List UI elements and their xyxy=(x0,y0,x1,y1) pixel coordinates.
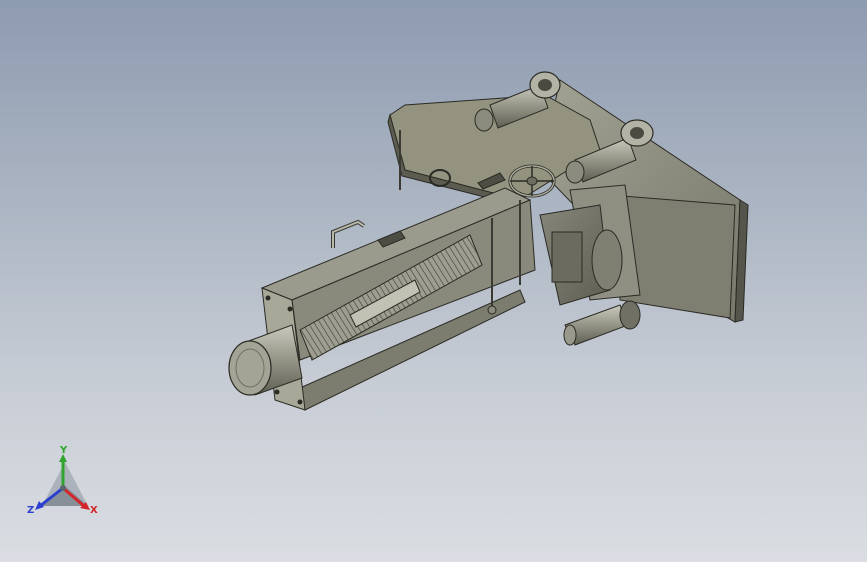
y-axis-label: Y xyxy=(60,445,68,456)
carry-handle-icon xyxy=(331,219,366,248)
lifting-eye-icon xyxy=(563,300,641,346)
coordinate-triad: Y X Z xyxy=(20,444,110,534)
cad-model[interactable] xyxy=(0,0,867,562)
z-axis-label: Z xyxy=(27,505,35,516)
x-axis-label: X xyxy=(90,505,98,516)
triad-graphic xyxy=(35,454,90,510)
cad-viewport[interactable]: Y X Z xyxy=(0,0,867,562)
